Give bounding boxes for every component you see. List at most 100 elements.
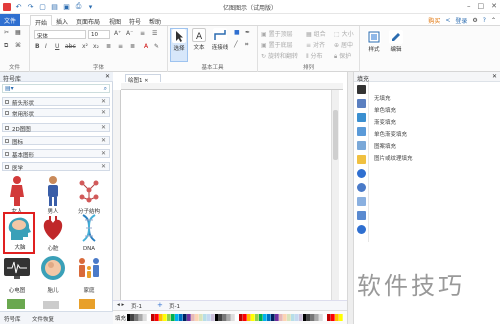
bookmark-tab-icon[interactable] bbox=[357, 155, 366, 164]
page-nav-icon[interactable]: ◂ ▸ bbox=[117, 302, 124, 308]
color-swatch[interactable] bbox=[151, 314, 155, 321]
color-swatch[interactable] bbox=[251, 314, 255, 321]
select-tool[interactable]: 选择 bbox=[170, 28, 188, 62]
distribute-button[interactable]: ⫴ 分布 bbox=[306, 51, 322, 61]
rotate-flip-button[interactable]: ↻ 旋转和翻转 bbox=[261, 51, 298, 60]
category-arrows[interactable]: 箭头形状 ✕ bbox=[2, 97, 110, 107]
line-tab-icon[interactable] bbox=[357, 99, 366, 108]
document-tab[interactable]: 绘图1 ✕ bbox=[125, 74, 161, 84]
color-swatch[interactable] bbox=[143, 314, 147, 321]
color-swatch[interactable] bbox=[155, 314, 159, 321]
login-link[interactable]: 登录 bbox=[455, 16, 467, 25]
tab-view[interactable]: 视图 bbox=[105, 15, 125, 26]
connector-tool[interactable]: 连接线 bbox=[209, 28, 231, 62]
layer-tab-icon[interactable] bbox=[357, 141, 366, 150]
share-icon[interactable]: < bbox=[445, 17, 450, 24]
attachment-tab-icon[interactable] bbox=[357, 183, 366, 192]
category-medical[interactable]: 医学 ✕ bbox=[2, 162, 110, 172]
pen-tool-icon[interactable]: ✒ bbox=[245, 29, 250, 36]
color-swatch[interactable] bbox=[171, 314, 175, 321]
crop-tool-icon[interactable]: ⌗ bbox=[245, 41, 248, 49]
paste-icon[interactable]: ▦ bbox=[15, 29, 21, 36]
tab-home[interactable]: 开始 bbox=[30, 15, 53, 27]
align-center-icon[interactable]: ≡ bbox=[118, 43, 123, 50]
line-spacing-icon[interactable]: ☰ bbox=[152, 30, 157, 37]
fill-option-pattern[interactable]: 图案填充 bbox=[374, 142, 396, 150]
color-swatch[interactable] bbox=[247, 314, 251, 321]
italic-icon[interactable]: I bbox=[45, 43, 47, 50]
tab-insert[interactable]: 插入 bbox=[52, 15, 72, 26]
fill-option-single-gradient[interactable]: 单色渐变填充 bbox=[374, 130, 407, 138]
font-name-select[interactable]: 宋体 bbox=[34, 30, 86, 39]
remove-category-icon[interactable]: ✕ bbox=[101, 98, 106, 105]
remove-category-icon[interactable]: ✕ bbox=[101, 109, 106, 116]
buy-link[interactable]: 购买 bbox=[428, 16, 440, 25]
symbol-fetus[interactable]: 胎儿 bbox=[38, 254, 68, 294]
size-button[interactable]: ⬚ 大小 bbox=[334, 29, 354, 38]
add-page-icon[interactable]: + bbox=[157, 301, 163, 309]
fill-option-gradient[interactable]: 渐变填充 bbox=[374, 118, 396, 126]
hyperlink-tab-icon[interactable] bbox=[357, 169, 366, 178]
align-button[interactable]: ≡ 对齐 bbox=[306, 40, 325, 49]
fill-option-picture[interactable]: 图片或纹理填充 bbox=[374, 154, 413, 162]
color-swatch[interactable] bbox=[339, 314, 343, 321]
color-swatch[interactable] bbox=[163, 314, 167, 321]
align-left-icon[interactable]: ≣ bbox=[106, 43, 111, 50]
strikethrough-icon[interactable]: abc bbox=[65, 43, 76, 50]
color-swatch[interactable] bbox=[131, 314, 135, 321]
symbol-dna[interactable]: DNA bbox=[74, 212, 104, 252]
edit-button[interactable]: 编辑 bbox=[386, 30, 406, 64]
center-button[interactable]: ⊕ 居中 bbox=[334, 40, 353, 49]
panel-close-icon[interactable]: ✕ bbox=[105, 73, 110, 80]
superscript-icon[interactable]: x² bbox=[82, 43, 88, 50]
color-swatches[interactable] bbox=[127, 314, 343, 322]
symbol-ecg[interactable]: 心电图 bbox=[2, 254, 32, 294]
align-right-icon[interactable]: ≣ bbox=[130, 43, 135, 50]
rectangle-shape-icon[interactable]: ■ bbox=[234, 29, 240, 36]
tab-symbols[interactable]: 符号 bbox=[125, 15, 145, 26]
color-swatch[interactable] bbox=[191, 314, 195, 321]
page-select[interactable]: 页-1 bbox=[131, 302, 142, 310]
color-swatch[interactable] bbox=[319, 314, 323, 321]
symbol-woman[interactable]: 女人 bbox=[2, 175, 32, 215]
color-swatch[interactable] bbox=[239, 314, 243, 321]
remove-category-icon[interactable]: ✕ bbox=[101, 150, 106, 157]
subscript-icon[interactable]: x₂ bbox=[93, 43, 99, 50]
fill-option-solid[interactable]: 单色填充 bbox=[374, 106, 396, 114]
symbol-man[interactable]: 男人 bbox=[38, 175, 68, 215]
color-swatch[interactable] bbox=[271, 314, 275, 321]
color-swatch[interactable] bbox=[183, 314, 187, 321]
shadow-tab-icon[interactable] bbox=[357, 113, 366, 122]
line-tool-icon[interactable]: ╱ bbox=[234, 41, 238, 48]
tab-symbol-library[interactable]: 符号库 bbox=[4, 315, 21, 323]
category-basic-shapes[interactable]: 基本图形 ✕ bbox=[2, 149, 110, 159]
color-swatch[interactable] bbox=[327, 314, 331, 321]
color-swatch[interactable] bbox=[259, 314, 263, 321]
color-swatch[interactable] bbox=[311, 314, 315, 321]
style-button[interactable]: 样式 bbox=[364, 30, 384, 64]
settings-icon[interactable]: ⚙ bbox=[472, 17, 477, 24]
color-swatch[interactable] bbox=[231, 314, 235, 321]
minimize-icon[interactable]: – bbox=[467, 2, 471, 10]
color-swatch[interactable] bbox=[167, 314, 171, 321]
underline-icon[interactable]: U bbox=[55, 43, 59, 50]
color-swatch[interactable] bbox=[175, 314, 179, 321]
color-swatch[interactable] bbox=[331, 314, 335, 321]
color-swatch[interactable] bbox=[211, 314, 215, 321]
comment-tab-icon[interactable] bbox=[357, 211, 366, 220]
color-swatch[interactable] bbox=[203, 314, 207, 321]
symbol-molecule[interactable]: 分子结构 bbox=[74, 175, 104, 215]
color-swatch[interactable] bbox=[263, 314, 267, 321]
color-swatch[interactable] bbox=[315, 314, 319, 321]
color-swatch[interactable] bbox=[127, 314, 131, 321]
color-swatch[interactable] bbox=[215, 314, 219, 321]
color-swatch[interactable] bbox=[255, 314, 259, 321]
color-swatch[interactable] bbox=[135, 314, 139, 321]
vertical-scrollbar[interactable] bbox=[331, 90, 339, 300]
color-swatch[interactable] bbox=[275, 314, 279, 321]
color-swatch[interactable] bbox=[219, 314, 223, 321]
remove-category-icon[interactable]: ✕ bbox=[101, 124, 106, 131]
fill-tab-icon[interactable] bbox=[357, 85, 366, 94]
color-swatch[interactable] bbox=[299, 314, 303, 321]
drawing-page[interactable] bbox=[121, 90, 330, 300]
